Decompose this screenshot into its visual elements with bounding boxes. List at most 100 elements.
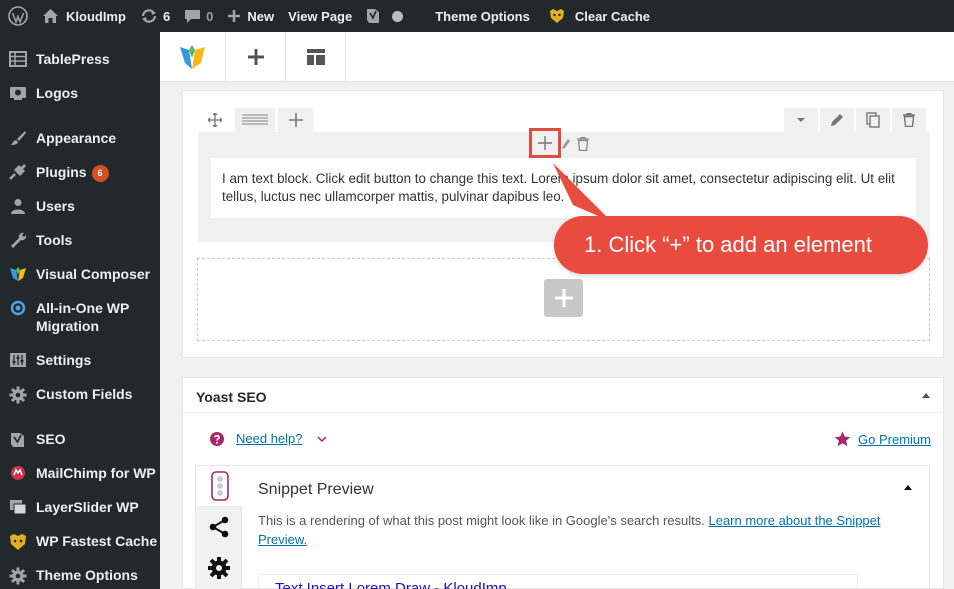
vc-logo-button[interactable] xyxy=(160,32,226,82)
collapse-arrow-icon[interactable] xyxy=(921,392,931,399)
add-element-button[interactable] xyxy=(226,32,286,82)
view-page-label: View Page xyxy=(288,8,353,24)
traffic-light-icon xyxy=(210,471,229,501)
sidebar-item-wp-fastest-cache[interactable]: WP Fastest Cache xyxy=(0,532,160,551)
sidebar-item-custom-fields[interactable]: Custom Fields xyxy=(0,385,160,404)
updates-icon xyxy=(141,9,157,23)
updates-link[interactable]: 6 xyxy=(133,0,177,32)
move-icon xyxy=(208,113,222,127)
updates-count: 6 xyxy=(162,8,171,24)
text-block-element[interactable]: I am text block. Click edit button to ch… xyxy=(211,158,916,218)
wrench-icon xyxy=(0,231,36,248)
gear-icon xyxy=(0,566,36,585)
add-element-to-column-button[interactable] xyxy=(529,128,561,158)
gear-icon xyxy=(208,557,230,579)
plus-icon xyxy=(554,289,573,307)
row-add-column-button[interactable] xyxy=(278,108,313,132)
column-delete-button[interactable] xyxy=(577,136,589,156)
share-icon xyxy=(209,516,229,538)
sidebar-item-settings[interactable]: Settings xyxy=(0,351,160,369)
sidebar-item-theme-options[interactable]: Theme Options xyxy=(0,566,160,585)
add-row-button[interactable] xyxy=(544,279,583,317)
need-help-toggle[interactable]: Need help? xyxy=(210,431,327,446)
visual-composer-icon xyxy=(0,265,36,282)
plugins-update-badge: 6 xyxy=(91,165,109,182)
wordpress-icon xyxy=(8,6,28,26)
templates-button[interactable] xyxy=(286,32,346,82)
tab-readability[interactable] xyxy=(196,466,243,506)
layout-icon xyxy=(306,49,325,65)
admin-bar: KloudImp 6 0 New View Page Theme Options… xyxy=(0,0,954,32)
sidebar-item-all-in-one-wp-migration[interactable]: All-in-One WP Migration xyxy=(0,299,160,335)
yoast-seo-metabox: Yoast SEO Need help? Go Premium Snippet … xyxy=(182,377,944,589)
clear-cache-label: Clear Cache xyxy=(574,8,650,24)
trash-icon xyxy=(903,113,915,127)
yoast-icon xyxy=(367,9,380,23)
cheetah-icon xyxy=(0,532,36,551)
seo-status-dot xyxy=(392,10,404,22)
sidebar-item-seo[interactable]: SEO xyxy=(0,430,160,449)
logo-icon xyxy=(0,84,36,101)
plus-icon xyxy=(538,136,552,150)
yoast-icon xyxy=(0,430,36,449)
google-snippet-preview[interactable]: Text Insert Lorem Draw - KloudImp xyxy=(258,574,858,589)
yoast-panel: Snippet Preview This is a rendering of w… xyxy=(195,465,930,589)
sidebar-item-tools[interactable]: Tools xyxy=(0,231,160,249)
clear-cache-link[interactable]: Clear Cache xyxy=(541,0,657,32)
column-edit-button[interactable] xyxy=(561,137,571,155)
yoast-tab-bar xyxy=(196,466,243,589)
site-name-link[interactable]: KloudImp xyxy=(35,0,133,32)
pencil-icon xyxy=(831,114,843,126)
row-edit-button[interactable] xyxy=(820,108,854,132)
yoast-title: Yoast SEO xyxy=(196,389,267,405)
layers-icon xyxy=(0,498,36,515)
row-clone-button[interactable] xyxy=(856,108,890,132)
question-icon xyxy=(210,431,224,446)
plus-icon xyxy=(228,10,241,22)
yoast-adminbar-button[interactable] xyxy=(359,0,410,32)
collapse-arrow-icon[interactable] xyxy=(903,484,913,491)
new-label: New xyxy=(247,8,275,24)
theme-options-link[interactable]: Theme Options xyxy=(428,0,537,32)
theme-options-label: Theme Options xyxy=(435,8,530,24)
trash-icon xyxy=(577,136,589,152)
snippet-preview-page-title: Text Insert Lorem Draw - KloudImp xyxy=(275,580,507,589)
new-content-link[interactable]: New xyxy=(220,0,281,32)
need-help-link[interactable]: Need help? xyxy=(236,431,303,446)
tab-social[interactable] xyxy=(196,507,242,547)
sidebar-item-users[interactable]: Users xyxy=(0,197,160,215)
sidebar-item-mailchimp[interactable]: MailChimp for WP xyxy=(0,464,160,482)
tab-advanced[interactable] xyxy=(196,548,242,588)
home-icon xyxy=(43,9,58,23)
go-premium-link[interactable]: Go Premium xyxy=(834,431,931,447)
sidebar-item-tablepress[interactable]: TablePress xyxy=(0,50,160,68)
view-page-link[interactable]: View Page xyxy=(281,0,359,32)
sidebar-item-appearance[interactable]: Appearance xyxy=(0,129,160,147)
mailchimp-icon xyxy=(0,464,36,481)
row-toggle-button[interactable] xyxy=(784,108,818,132)
row-layout-icon xyxy=(242,114,268,125)
callout-text: 1. Click “+” to add an element xyxy=(584,232,872,257)
comments-link[interactable]: 0 xyxy=(177,0,220,32)
wordpress-logo-button[interactable] xyxy=(0,0,35,32)
row-delete-button[interactable] xyxy=(892,108,926,132)
plugin-icon xyxy=(0,163,36,180)
comments-count: 0 xyxy=(206,8,214,24)
row-layout-button[interactable] xyxy=(235,108,275,132)
user-icon xyxy=(0,197,36,214)
row-move-handle[interactable] xyxy=(198,108,232,132)
table-icon xyxy=(0,50,36,67)
tutorial-callout: 1. Click “+” to add an element xyxy=(554,216,928,274)
chevron-down-icon xyxy=(316,435,327,442)
sidebar-item-layerslider[interactable]: LayerSlider WP xyxy=(0,498,160,516)
plus-icon xyxy=(288,113,303,127)
visual-composer-icon xyxy=(179,45,205,69)
sidebar-item-logos[interactable]: Logos xyxy=(0,84,160,102)
chevron-down-icon xyxy=(797,118,805,122)
copy-icon xyxy=(866,112,880,128)
sidebar-item-visual-composer[interactable]: Visual Composer xyxy=(0,265,160,283)
site-name: KloudImp xyxy=(66,8,126,24)
sidebar-item-plugins[interactable]: Plugins 6 xyxy=(0,163,160,182)
comment-icon xyxy=(185,10,201,23)
yoast-header[interactable]: Yoast SEO xyxy=(183,378,943,413)
